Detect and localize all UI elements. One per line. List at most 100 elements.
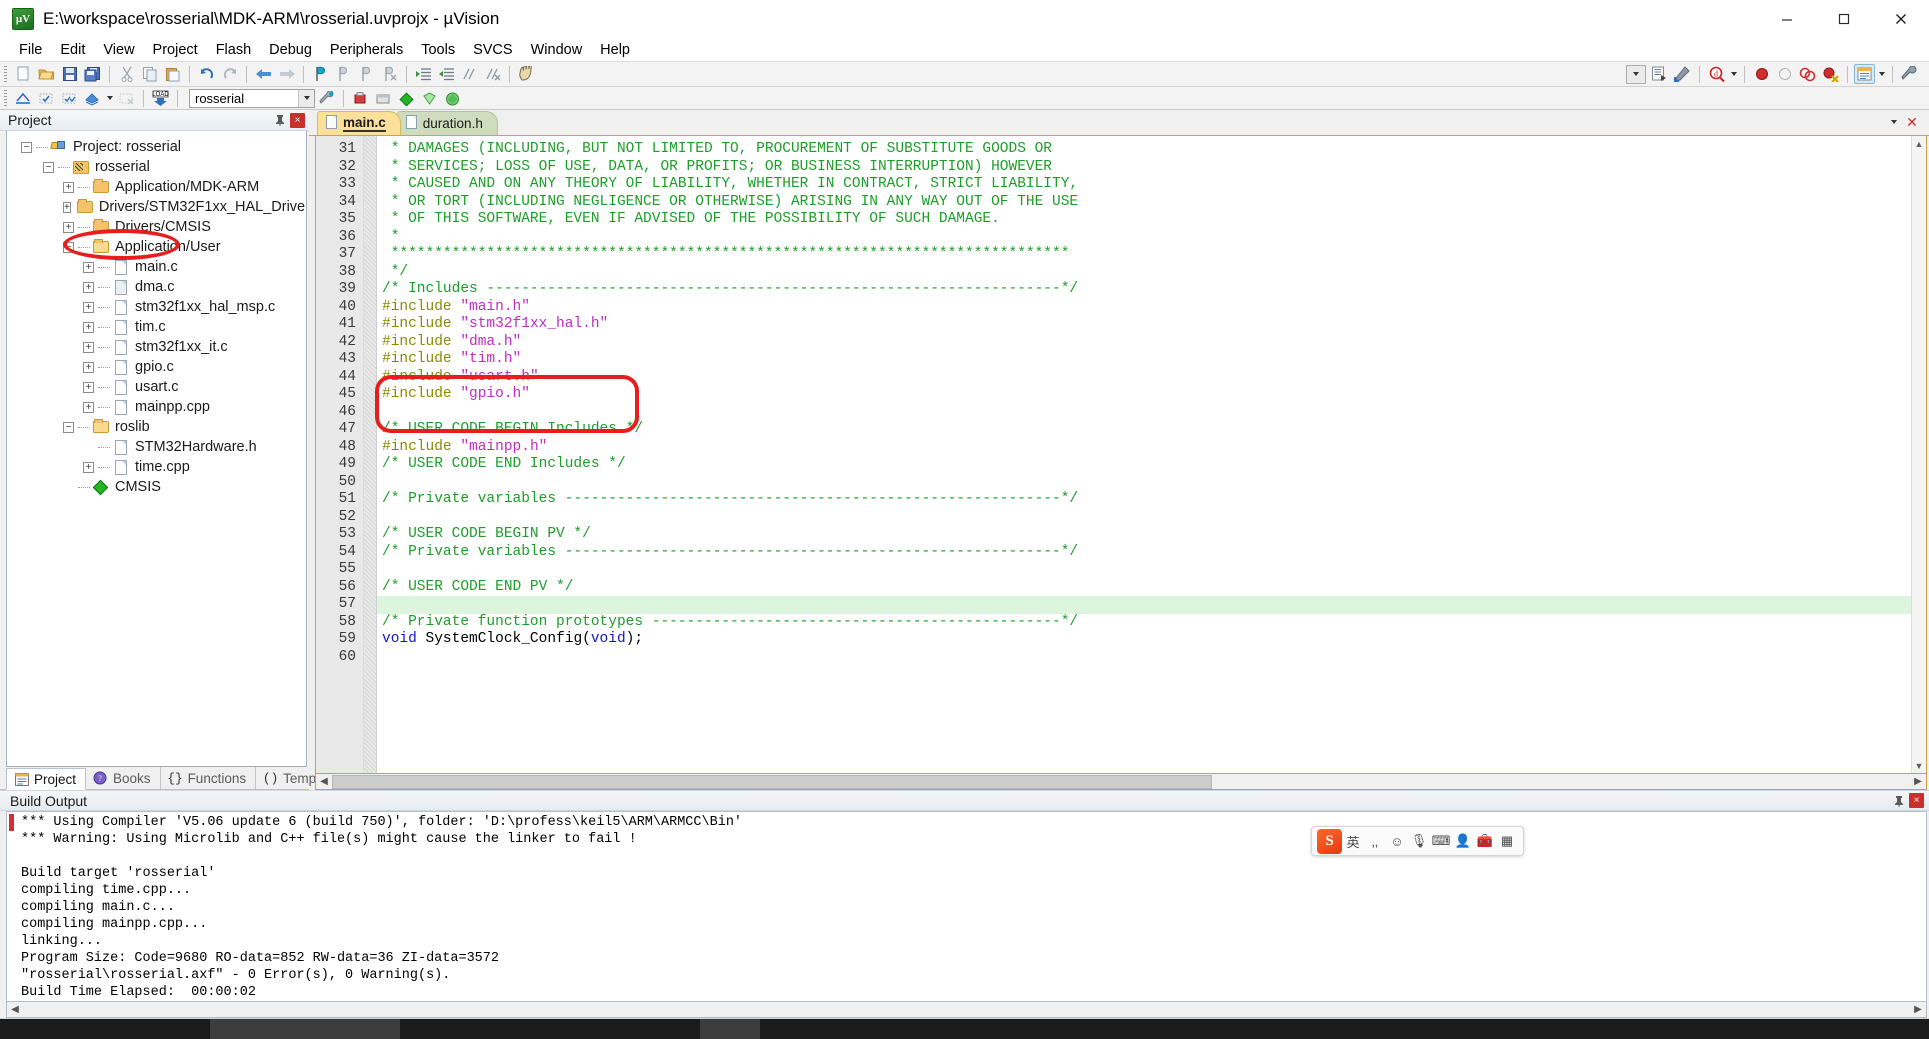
expander-icon[interactable]: +: [83, 381, 94, 393]
tree-item-application-mdk-arm[interactable]: + Application/MDK-ARM: [7, 177, 306, 197]
batch-build-dropdown[interactable]: [104, 89, 115, 107]
tree-item-drivers-cmsis[interactable]: + Drivers/CMSIS: [7, 217, 306, 237]
close-icon[interactable]: ×: [290, 112, 305, 128]
menu-view[interactable]: View: [94, 40, 143, 60]
editor-tab-main-c[interactable]: main.c: [317, 111, 401, 135]
open-file-icon[interactable]: [36, 64, 57, 84]
tab-project[interactable]: Project: [6, 768, 87, 790]
manage-project-items-icon[interactable]: [373, 88, 394, 108]
scroll-track[interactable]: [1912, 151, 1926, 758]
tree-item-drivers-stm32f1xx-hal-driver[interactable]: + Drivers/STM32F1xx_HAL_Driver: [7, 197, 306, 217]
manage-packs-icon[interactable]: [442, 88, 463, 108]
translate-icon[interactable]: [13, 88, 34, 108]
uncomment-icon[interactable]: [482, 64, 503, 84]
chevron-down-icon[interactable]: [298, 89, 314, 107]
undo-icon[interactable]: [196, 64, 217, 84]
editor-horizontal-scrollbar[interactable]: ◀ ▶: [315, 774, 1927, 790]
toolbar-grip[interactable]: [4, 66, 7, 82]
language-mode-button[interactable]: 英: [1342, 829, 1364, 853]
expander-icon[interactable]: +: [83, 461, 94, 473]
bookmark-next-icon[interactable]: [356, 64, 377, 84]
stop-build-icon[interactable]: [116, 88, 137, 108]
indent-icon[interactable]: [413, 64, 434, 84]
editor-vertical-scrollbar[interactable]: ▲ ▼: [1911, 136, 1926, 773]
emoji-icon[interactable]: ☺: [1386, 829, 1408, 853]
tree-item-usart-c[interactable]: + usart.c: [7, 377, 306, 397]
rebuild-icon[interactable]: [59, 88, 80, 108]
expander-icon[interactable]: +: [83, 401, 94, 413]
expander-icon[interactable]: +: [83, 321, 94, 333]
editor-tab-duration-h[interactable]: duration.h: [396, 111, 498, 135]
download-icon[interactable]: LOAD: [150, 88, 171, 108]
menu-svcs[interactable]: SVCS: [464, 40, 522, 60]
paste-icon[interactable]: [162, 64, 183, 84]
toolbar-grip[interactable]: [4, 90, 7, 106]
outdent-icon[interactable]: [436, 64, 457, 84]
menu-help[interactable]: Help: [591, 40, 639, 60]
pin-icon[interactable]: [1891, 793, 1906, 808]
tree-item-application-user[interactable]: − Application/User: [7, 237, 306, 257]
menu-edit[interactable]: Edit: [51, 40, 94, 60]
select-software-packs-icon[interactable]: [419, 88, 440, 108]
tab-close-icon[interactable]: ✕: [1903, 113, 1921, 131]
tab-list-dropdown[interactable]: [1885, 113, 1903, 131]
disable-breakpoint-icon[interactable]: [1774, 64, 1795, 84]
tree-item-stm32f1xx-it-c[interactable]: + stm32f1xx_it.c: [7, 337, 306, 357]
close-button[interactable]: [1872, 0, 1929, 38]
keyboard-icon[interactable]: ⌨: [1430, 829, 1452, 853]
expander-icon[interactable]: +: [83, 281, 94, 293]
comment-icon[interactable]: [459, 64, 480, 84]
scroll-down-icon[interactable]: ▼: [1912, 758, 1926, 773]
voice-icon[interactable]: 🎙: [1408, 829, 1430, 853]
project-window-icon[interactable]: [1854, 64, 1875, 84]
project-tree[interactable]: − Project: rosserial − rosserial + Appli…: [6, 131, 307, 767]
expander-icon[interactable]: +: [83, 261, 94, 273]
find-in-files-icon[interactable]: d: [1706, 64, 1727, 84]
bookmark-toggle-icon[interactable]: [310, 64, 331, 84]
scroll-right-icon[interactable]: ▶: [1910, 1003, 1926, 1017]
navigate-forward-icon[interactable]: [276, 64, 297, 84]
tree-item-gpio-c[interactable]: + gpio.c: [7, 357, 306, 377]
build-output-text[interactable]: *** Using Compiler 'V5.06 update 6 (buil…: [6, 811, 1927, 1002]
tree-item-tim-c[interactable]: + tim.c: [7, 317, 306, 337]
tree-item-time-cpp[interactable]: + time.cpp: [7, 457, 306, 477]
scroll-left-icon[interactable]: ◀: [316, 775, 332, 789]
expander-icon[interactable]: −: [21, 141, 32, 153]
tree-item-project-rosserial[interactable]: − Project: rosserial: [7, 137, 306, 157]
tab-functions[interactable]: {} Functions: [161, 767, 257, 789]
menu-flash[interactable]: Flash: [207, 40, 260, 60]
tree-item-stm32hardware-h[interactable]: STM32Hardware.h: [7, 437, 306, 457]
apps-icon[interactable]: ▦: [1496, 829, 1518, 853]
code-folding-bar[interactable]: [364, 136, 377, 773]
maximize-button[interactable]: [1815, 0, 1872, 38]
tree-item-main-c[interactable]: + main.c: [7, 257, 306, 277]
tree-item-stm32f1xx-hal-msp-c[interactable]: + stm32f1xx_hal_msp.c: [7, 297, 306, 317]
disable-all-breakpoints-icon[interactable]: [1797, 64, 1818, 84]
punctuation-icon[interactable]: ‚,: [1364, 829, 1386, 853]
configure-icon[interactable]: [1672, 64, 1693, 84]
insert-breakpoint-icon[interactable]: [1751, 64, 1772, 84]
redo-icon[interactable]: [219, 64, 240, 84]
menu-project[interactable]: Project: [144, 40, 207, 60]
batch-build-icon[interactable]: [82, 88, 103, 108]
expander-icon[interactable]: +: [63, 181, 74, 193]
menu-window[interactable]: Window: [522, 40, 592, 60]
save-icon[interactable]: [59, 64, 80, 84]
bookmark-prev-icon[interactable]: [333, 64, 354, 84]
scroll-thumb[interactable]: [332, 774, 1212, 789]
scroll-track[interactable]: [332, 774, 1910, 789]
dropdown-combo[interactable]: [1626, 64, 1646, 84]
ime-toolbar[interactable]: S 英 ‚, ☺ 🎙 ⌨ 👤 🧰 ▦: [1311, 826, 1524, 856]
tab-books[interactable]: ? Books: [86, 767, 161, 789]
manage-runtime-icon[interactable]: [350, 88, 371, 108]
scroll-track[interactable]: [23, 1002, 1910, 1017]
bookmark-clear-icon[interactable]: [379, 64, 400, 84]
navigate-back-icon[interactable]: [253, 64, 274, 84]
project-window-dropdown[interactable]: [1876, 65, 1887, 83]
tree-item-mainpp-cpp[interactable]: + mainpp.cpp: [7, 397, 306, 417]
target-select[interactable]: rosserial: [189, 88, 315, 108]
tree-item-dma-c[interactable]: + dma.c: [7, 277, 306, 297]
expander-icon[interactable]: −: [43, 161, 54, 173]
menu-peripherals[interactable]: Peripherals: [321, 40, 412, 60]
new-file-icon[interactable]: [13, 64, 34, 84]
